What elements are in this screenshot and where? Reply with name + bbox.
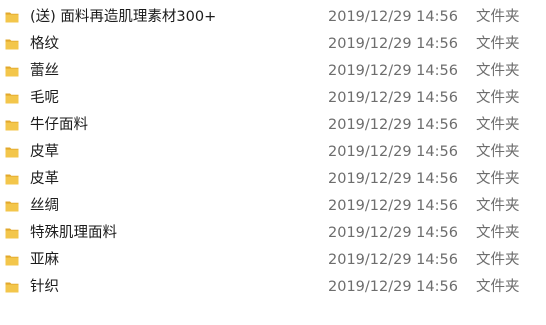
file-name: 牛仔面料 — [30, 117, 88, 133]
file-name: 蕾丝 — [30, 63, 59, 79]
file-date-modified: 2019/12/29 14:56 — [328, 198, 458, 214]
folder-icon — [5, 91, 19, 105]
file-date-modified: 2019/12/29 14:56 — [328, 90, 458, 106]
file-row[interactable]: (送) 面料再造肌理素材300+ 2019/12/29 14:56 文件夹 — [0, 4, 546, 31]
file-name: 丝绸 — [30, 198, 59, 214]
file-name: (送) 面料再造肌理素材300+ — [30, 9, 217, 25]
folder-icon — [5, 199, 19, 213]
folder-icon — [5, 64, 19, 78]
file-type: 文件夹 — [476, 252, 520, 268]
file-date-modified: 2019/12/29 14:56 — [328, 171, 458, 187]
file-list: (送) 面料再造肌理素材300+ 2019/12/29 14:56 文件夹 格纹 201… — [0, 4, 546, 301]
file-type: 文件夹 — [476, 279, 520, 295]
file-row[interactable]: 丝绸 2019/12/29 14:56 文件夹 — [0, 193, 546, 220]
file-name: 毛呢 — [30, 90, 59, 106]
file-row[interactable]: 针织 2019/12/29 14:56 文件夹 — [0, 274, 546, 301]
folder-icon — [5, 226, 19, 240]
folder-icon — [5, 10, 19, 24]
file-type: 文件夹 — [476, 144, 520, 160]
file-type: 文件夹 — [476, 36, 520, 52]
file-date-modified: 2019/12/29 14:56 — [328, 9, 458, 25]
folder-icon — [5, 145, 19, 159]
folder-icon — [5, 37, 19, 51]
file-type: 文件夹 — [476, 90, 520, 106]
file-row[interactable]: 牛仔面料 2019/12/29 14:56 文件夹 — [0, 112, 546, 139]
file-row[interactable]: 毛呢 2019/12/29 14:56 文件夹 — [0, 85, 546, 112]
file-name: 特殊肌理面料 — [30, 225, 117, 241]
file-date-modified: 2019/12/29 14:56 — [328, 144, 458, 160]
file-date-modified: 2019/12/29 14:56 — [328, 36, 458, 52]
file-date-modified: 2019/12/29 14:56 — [328, 225, 458, 241]
folder-icon — [5, 172, 19, 186]
folder-icon — [5, 118, 19, 132]
file-row[interactable]: 蕾丝 2019/12/29 14:56 文件夹 — [0, 58, 546, 85]
folder-icon — [5, 253, 19, 267]
file-type: 文件夹 — [476, 63, 520, 79]
file-name: 皮草 — [30, 144, 59, 160]
file-name: 皮革 — [30, 171, 59, 187]
file-row[interactable]: 皮革 2019/12/29 14:56 文件夹 — [0, 166, 546, 193]
file-type: 文件夹 — [476, 117, 520, 133]
file-date-modified: 2019/12/29 14:56 — [328, 279, 458, 295]
file-type: 文件夹 — [476, 198, 520, 214]
file-row[interactable]: 皮草 2019/12/29 14:56 文件夹 — [0, 139, 546, 166]
file-type: 文件夹 — [476, 9, 520, 25]
file-date-modified: 2019/12/29 14:56 — [328, 117, 458, 133]
file-date-modified: 2019/12/29 14:56 — [328, 63, 458, 79]
file-type: 文件夹 — [476, 225, 520, 241]
file-row[interactable]: 格纹 2019/12/29 14:56 文件夹 — [0, 31, 546, 58]
file-type: 文件夹 — [476, 171, 520, 187]
file-date-modified: 2019/12/29 14:56 — [328, 252, 458, 268]
file-row[interactable]: 亚麻 2019/12/29 14:56 文件夹 — [0, 247, 546, 274]
file-name: 格纹 — [30, 36, 59, 52]
file-name: 亚麻 — [30, 252, 59, 268]
file-row[interactable]: 特殊肌理面料 2019/12/29 14:56 文件夹 — [0, 220, 546, 247]
file-name: 针织 — [30, 279, 59, 295]
folder-icon — [5, 280, 19, 294]
